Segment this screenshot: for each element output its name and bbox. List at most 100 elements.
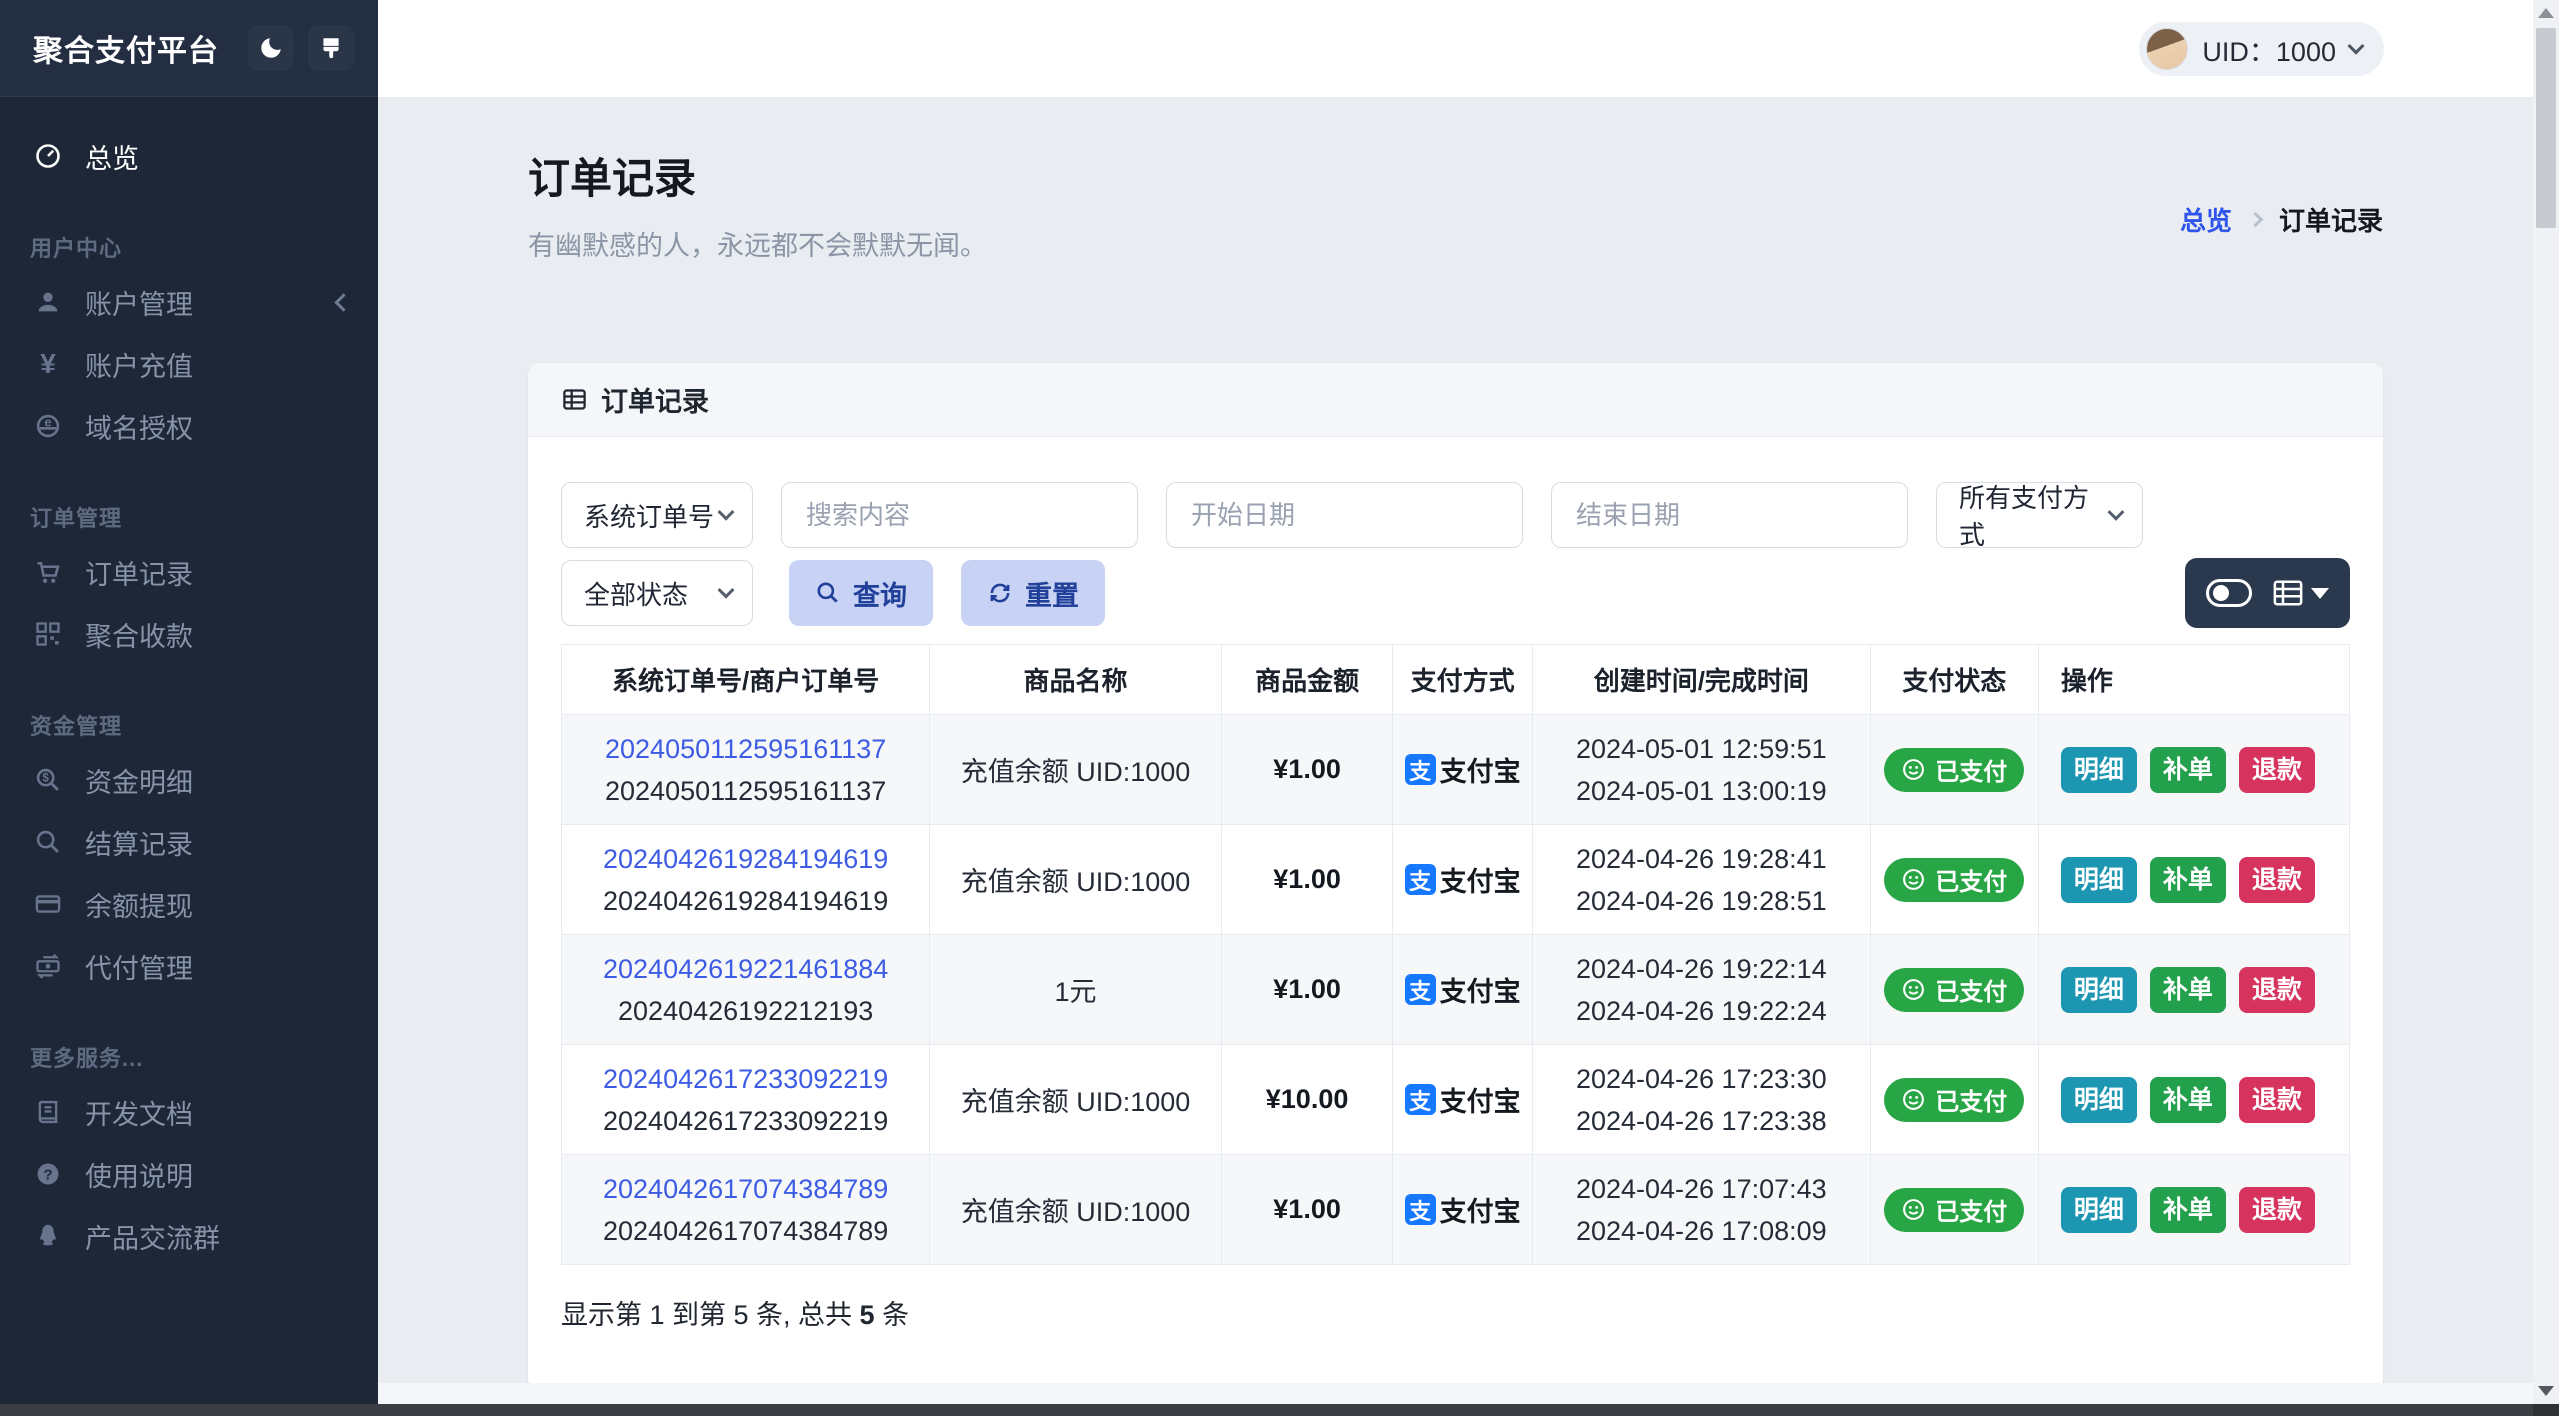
supplement-button[interactable]: 补单 <box>2149 1076 2226 1123</box>
question-icon: ? <box>33 1159 63 1189</box>
status-cell: 已支付 <box>1869 934 2039 1045</box>
sys-order-link[interactable]: 2024042617233092219 <box>570 1058 921 1100</box>
sys-order-link[interactable]: 2024042619221461884 <box>570 948 921 990</box>
sys-order-link[interactable]: 2024042617074384789 <box>570 1168 921 1210</box>
completed-time: 2024-04-26 19:28:51 <box>1575 885 1827 916</box>
order-type-select[interactable]: 系统订单号 <box>561 482 753 548</box>
sidebar-item-product-group[interactable]: 产品交流群 <box>0 1205 378 1267</box>
product-cell: 充值余额 UID:1000 <box>929 1154 1222 1265</box>
query-button[interactable]: 查询 <box>789 560 933 626</box>
sys-order-link[interactable]: 2024042619284194619 <box>570 838 921 880</box>
svg-text:?: ? <box>43 1166 52 1183</box>
detail-button[interactable]: 明细 <box>2060 856 2137 903</box>
sidebar-item-label: 订单记录 <box>85 559 193 590</box>
sidebar-item-balance-withdraw[interactable]: 余额提现 <box>0 873 378 935</box>
col-header-actions: 操作 <box>2037 644 2351 715</box>
brush-icon <box>318 35 344 61</box>
sidebar-item-payout-manage[interactable]: 代付管理 <box>0 935 378 997</box>
refund-button[interactable]: 退款 <box>2238 856 2315 903</box>
status-select[interactable]: 全部状态 <box>561 560 753 626</box>
detail-button[interactable]: 明细 <box>2060 1186 2137 1233</box>
sidebar-item-aggregate-collect[interactable]: 聚合收款 <box>0 603 378 665</box>
sidebar-item-account-recharge[interactable]: ¥ 账户充值 <box>0 333 378 395</box>
completed-time: 2024-04-26 17:08:09 <box>1575 1215 1827 1246</box>
detail-button[interactable]: 明细 <box>2060 1076 2137 1123</box>
detail-button[interactable]: 明细 <box>2060 746 2137 793</box>
page-subtitle: 有幽默感的人，永远都不会默默无闻。 <box>528 231 987 261</box>
product-cell: 充值余额 UID:1000 <box>929 1044 1222 1155</box>
amount-cell: ¥1.00 <box>1220 824 1394 935</box>
pay-method-cell: 支支付宝 <box>1392 714 1533 825</box>
theme-button[interactable] <box>308 25 354 71</box>
chevron-right-icon <box>2247 211 2264 227</box>
vertical-scrollbar[interactable] <box>2533 0 2559 1404</box>
col-header-status: 支付状态 <box>1869 644 2039 715</box>
page-head-text: 订单记录 有幽默感的人，永远都不会默默无闻。 <box>528 145 987 263</box>
columns-dropdown[interactable] <box>2273 579 2329 607</box>
time-cell: 2024-04-26 17:23:30 2024-04-26 17:23:38 <box>1531 1044 1871 1155</box>
sidebar-menu: 总览 用户中心 账户管理 ¥ 账户充值 e 域名授权 订单管理 订单记录 聚合收… <box>0 97 378 1267</box>
vertical-scrollbar-thumb[interactable] <box>2536 28 2556 228</box>
search-icon <box>815 580 841 606</box>
smiley-icon <box>1903 759 1925 780</box>
refund-button[interactable]: 退款 <box>2238 746 2315 793</box>
sys-order-link[interactable]: 2024050112595161137 <box>570 728 921 770</box>
end-date-input[interactable] <box>1551 482 1908 548</box>
amount-cell: ¥1.00 <box>1220 714 1394 825</box>
user-icon <box>33 287 63 317</box>
smiley-icon <box>1903 979 1925 1000</box>
sidebar-section-funds-manage: 资金管理 <box>30 714 123 739</box>
sidebar-item-order-records[interactable]: 订单记录 <box>0 541 378 603</box>
completed-time: 2024-05-01 13:00:19 <box>1575 775 1827 806</box>
pagination-suffix: 条 <box>874 1300 910 1330</box>
pay-method-select[interactable]: 所有支付方式 <box>1936 482 2143 550</box>
smiley-icon <box>1903 1089 1925 1110</box>
sidebar-item-domain-auth[interactable]: e 域名授权 <box>0 395 378 457</box>
alipay-icon: 支 <box>1404 1084 1436 1115</box>
created-time: 2024-04-26 17:07:43 <box>1575 1173 1827 1204</box>
dashboard-icon <box>33 141 63 171</box>
supplement-button[interactable]: 补单 <box>2149 856 2226 903</box>
refund-button[interactable]: 退款 <box>2238 1186 2315 1233</box>
dark-mode-button[interactable] <box>248 25 294 71</box>
status-label: 已支付 <box>1935 979 2008 1006</box>
created-time: 2024-04-26 17:23:30 <box>1575 1063 1827 1094</box>
supplement-button[interactable]: 补单 <box>2149 1186 2226 1233</box>
page-title: 订单记录 <box>528 155 697 202</box>
amount-cell: ¥1.00 <box>1220 1154 1394 1265</box>
breadcrumb-parent-link[interactable]: 总览 <box>2180 201 2232 238</box>
scroll-up-arrow[interactable] <box>2538 8 2554 18</box>
start-date-input[interactable] <box>1166 482 1523 548</box>
breadcrumb: 总览 订单记录 <box>2180 201 2383 238</box>
supplement-button[interactable]: 补单 <box>2149 966 2226 1013</box>
card-view-toggle-icon[interactable] <box>2206 579 2252 607</box>
refund-button[interactable]: 退款 <box>2238 966 2315 1013</box>
credit-card-icon <box>33 889 63 919</box>
chevron-down-icon <box>717 581 735 599</box>
search-input[interactable] <box>781 482 1138 548</box>
order-cell: 2024042619221461884 20240426192212193 <box>560 934 931 1045</box>
pay-method-name: 支付宝 <box>1439 757 1521 787</box>
sidebar-item-settle-records[interactable]: 结算记录 <box>0 811 378 873</box>
horizontal-scrollbar[interactable] <box>0 1404 2559 1416</box>
status-cell: 已支付 <box>1869 824 2039 935</box>
reset-button[interactable]: 重置 <box>961 560 1105 626</box>
user-menu[interactable]: UID：1000 <box>2139 22 2384 76</box>
sidebar-item-usage-guide[interactable]: ? 使用说明 <box>0 1143 378 1205</box>
uid-label: UID：1000 <box>2202 36 2336 67</box>
sidebar-item-funds-detail[interactable]: $ 资金明细 <box>0 749 378 811</box>
search-icon <box>33 827 63 857</box>
refund-button[interactable]: 退款 <box>2238 1076 2315 1123</box>
table-view-controls <box>2185 558 2350 628</box>
page-head: 订单记录 有幽默感的人，永远都不会默默无闻。 总览 订单记录 <box>528 145 2383 263</box>
status-label: 已支付 <box>1935 869 2008 896</box>
sidebar-item-account-manage[interactable]: 账户管理 <box>0 271 378 333</box>
scroll-down-arrow[interactable] <box>2538 1386 2554 1396</box>
alipay-icon: 支 <box>1404 864 1436 895</box>
pay-method-cell: 支支付宝 <box>1392 1154 1533 1265</box>
detail-button[interactable]: 明细 <box>2060 966 2137 1013</box>
product-cell: 1元 <box>929 934 1222 1045</box>
sidebar-item-overview[interactable]: 总览 <box>0 125 378 187</box>
supplement-button[interactable]: 补单 <box>2149 746 2226 793</box>
sidebar-item-dev-docs[interactable]: 开发文档 <box>0 1081 378 1143</box>
